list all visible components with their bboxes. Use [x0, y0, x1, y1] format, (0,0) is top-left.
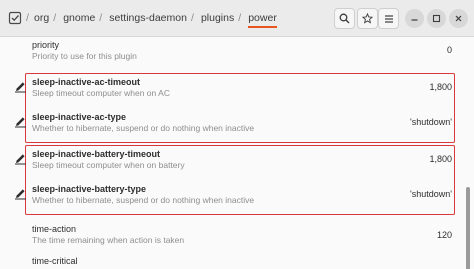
breadcrumb-separator: /: [190, 12, 194, 24]
setting-value: 'shutdown': [410, 189, 452, 199]
setting-key: sleep-inactive-ac-type: [32, 112, 127, 122]
pencil-icon: [15, 117, 26, 128]
setting-key: sleep-inactive-battery-type: [32, 184, 147, 194]
setting-value: 1,800: [429, 82, 452, 92]
setting-description: Sleep timeout computer when on AC: [32, 88, 170, 98]
setting-description: Whether to hibernate, suspend or do noth…: [32, 123, 255, 133]
setting-description: Whether to hibernate, suspend or do noth…: [32, 195, 255, 205]
setting-description: Sleep timeout computer when on battery: [32, 160, 185, 170]
search-button[interactable]: [334, 8, 355, 29]
breadcrumb-separator: /: [26, 12, 29, 24]
setting-key: time-action: [32, 224, 77, 234]
setting-key: sleep-inactive-ac-timeout: [32, 77, 141, 87]
search-icon: [339, 13, 350, 24]
setting-key: time-critical: [32, 256, 78, 266]
setting-description: The time remaining when action is taken: [32, 235, 185, 245]
setting-value: 'shutdown': [410, 117, 452, 127]
setting-description: Priority to use for this plugin: [32, 51, 137, 61]
settings-list: priority Priority to use for this plugin…: [0, 37, 474, 269]
breadcrumb-settings-daemon[interactable]: settings-daemon: [109, 10, 187, 26]
setting-row-priority[interactable]: priority Priority to use for this plugin…: [0, 37, 466, 67]
breadcrumb-separator: /: [238, 12, 242, 24]
maximize-button[interactable]: [427, 9, 446, 28]
breadcrumb-plugins[interactable]: plugins: [201, 10, 234, 26]
breadcrumb-separator: /: [99, 12, 103, 24]
minimize-button[interactable]: [405, 9, 424, 28]
setting-row-sleep-inactive-battery-timeout[interactable]: sleep-inactive-battery-timeout Sleep tim…: [0, 147, 466, 177]
setting-row-time-action[interactable]: time-action The time remaining when acti…: [0, 221, 466, 251]
setting-value: 0: [446, 45, 452, 55]
bookmark-button[interactable]: [357, 8, 378, 29]
setting-row-sleep-inactive-battery-type[interactable]: sleep-inactive-battery-type Whether to h…: [0, 182, 466, 212]
pencil-icon: [15, 82, 26, 93]
breadcrumb-gnome[interactable]: gnome: [63, 10, 95, 26]
setting-key: priority: [32, 40, 60, 50]
star-icon: [362, 13, 373, 24]
setting-row-sleep-inactive-ac-timeout[interactable]: sleep-inactive-ac-timeout Sleep timeout …: [0, 75, 466, 105]
menu-icon: [384, 14, 393, 23]
setting-row-time-critical[interactable]: time-critical: [0, 255, 466, 269]
maximize-icon: [432, 14, 441, 23]
header-bar: / org / gnome / settings-daemon / plugin…: [0, 0, 474, 37]
breadcrumb-separator: /: [53, 12, 57, 24]
menu-button[interactable]: [378, 8, 399, 29]
minimize-icon: [411, 19, 418, 21]
setting-value: 120: [436, 230, 452, 240]
close-button[interactable]: [449, 9, 468, 28]
scrollbar[interactable]: [466, 187, 470, 269]
setting-row-sleep-inactive-ac-type[interactable]: sleep-inactive-ac-type Whether to hibern…: [0, 110, 466, 140]
setting-key: sleep-inactive-battery-timeout: [32, 149, 161, 159]
breadcrumb-org[interactable]: org: [34, 10, 49, 26]
folder-checkbox-icon[interactable]: [8, 11, 22, 25]
pencil-icon: [15, 189, 26, 200]
setting-value: 1,800: [429, 154, 452, 164]
pencil-icon: [15, 154, 26, 165]
breadcrumb-power[interactable]: power: [248, 10, 277, 28]
close-icon: [455, 15, 462, 22]
